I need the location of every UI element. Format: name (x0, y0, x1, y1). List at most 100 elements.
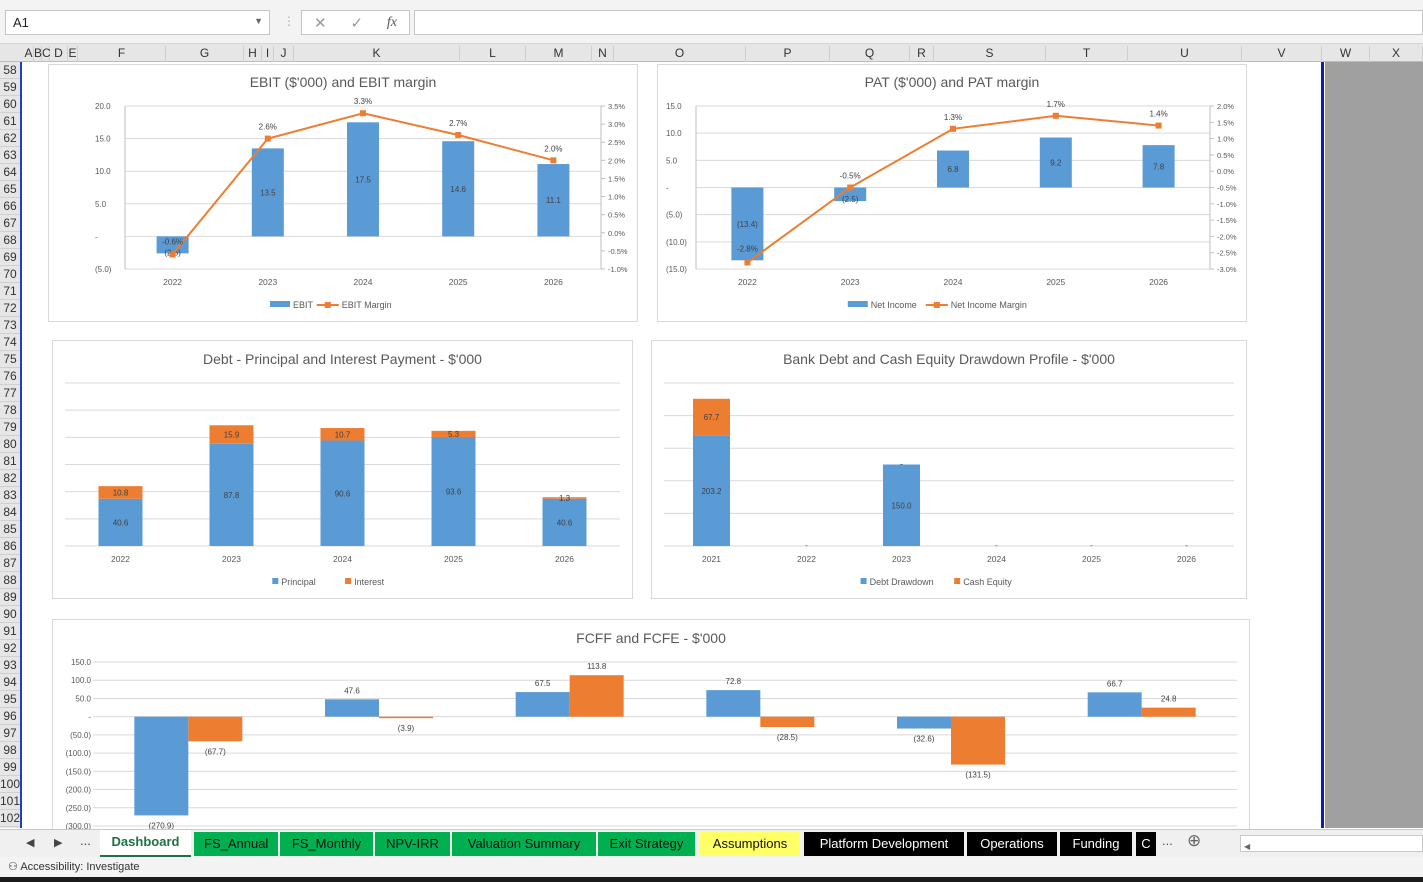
row-header-75[interactable]: 75 (0, 351, 20, 368)
sheet-tab-valuation-summary[interactable]: Valuation Summary (452, 832, 596, 856)
column-header-l[interactable]: L (460, 46, 526, 62)
row-header-93[interactable]: 93 (0, 657, 20, 674)
row-header-98[interactable]: 98 (0, 742, 20, 759)
row-header-58[interactable]: 58 (0, 62, 20, 79)
row-header-72[interactable]: 72 (0, 300, 20, 317)
column-header-m[interactable]: M (526, 46, 592, 62)
tab-more-right[interactable]: ... (1162, 833, 1173, 848)
tab-next-icon[interactable]: ▶ (54, 836, 62, 849)
row-header-64[interactable]: 64 (0, 164, 20, 181)
row-header-61[interactable]: 61 (0, 113, 20, 130)
column-header-h[interactable]: H (244, 46, 262, 62)
row-header-90[interactable]: 90 (0, 606, 20, 623)
column-header-r[interactable]: R (910, 46, 934, 62)
row-header-94[interactable]: 94 (0, 674, 20, 691)
row-header-81[interactable]: 81 (0, 453, 20, 470)
sheet-tab-funding[interactable]: Funding (1060, 832, 1132, 856)
column-header-k[interactable]: K (294, 46, 460, 62)
column-header-f[interactable]: F (78, 46, 166, 62)
column-header-p[interactable]: P (746, 46, 830, 62)
column-header-c[interactable]: C (42, 46, 51, 62)
row-header-70[interactable]: 70 (0, 266, 20, 283)
row-header-67[interactable]: 67 (0, 215, 20, 232)
row-header-102[interactable]: 102 (0, 810, 20, 827)
row-header-65[interactable]: 65 (0, 181, 20, 198)
row-header-84[interactable]: 84 (0, 504, 20, 521)
row-header-73[interactable]: 73 (0, 317, 20, 334)
column-header-i[interactable]: I (262, 46, 274, 62)
row-header-77[interactable]: 77 (0, 385, 20, 402)
chevron-down-icon[interactable]: ▼ (254, 16, 263, 26)
row-header-96[interactable]: 96 (0, 708, 20, 725)
column-header-g[interactable]: G (166, 46, 244, 62)
row-header-80[interactable]: 80 (0, 436, 20, 453)
drag-handle-icon[interactable]: ⋮ (283, 14, 295, 28)
row-header-74[interactable]: 74 (0, 334, 20, 351)
row-header-91[interactable]: 91 (0, 623, 20, 640)
check-icon[interactable]: ✓ (350, 14, 363, 32)
column-header-u[interactable]: U (1128, 46, 1242, 62)
row-header-88[interactable]: 88 (0, 572, 20, 589)
name-box[interactable]: A1 ▼ (5, 10, 270, 35)
row-header-60[interactable]: 60 (0, 96, 20, 113)
row-header-66[interactable]: 66 (0, 198, 20, 215)
column-header-b[interactable]: B (34, 46, 42, 62)
accessibility-status[interactable]: Accessibility: Investigate (20, 861, 139, 873)
row-header-62[interactable]: 62 (0, 130, 20, 147)
sheet-tab-fs-annual[interactable]: FS_Annual (194, 832, 278, 856)
horizontal-scrollbar[interactable]: ◀ (1240, 835, 1423, 852)
column-header-x[interactable]: X (1370, 46, 1423, 62)
row-header-68[interactable]: 68 (0, 232, 20, 249)
column-header-n[interactable]: N (592, 46, 614, 62)
row-header-82[interactable]: 82 (0, 470, 20, 487)
row-header-99[interactable]: 99 (0, 759, 20, 776)
add-sheet-icon[interactable]: ⊕ (1187, 831, 1201, 851)
row-header-76[interactable]: 76 (0, 368, 20, 385)
scroll-left-icon[interactable]: ◀ (1241, 842, 1250, 851)
fcff-chart[interactable]: FCFF and FCFE - $'000 (300.0) (250.0) (200.… (52, 619, 1250, 831)
column-header-a[interactable]: A (24, 46, 34, 62)
accessibility-icon[interactable]: ⚇ (8, 861, 18, 873)
column-header-o[interactable]: O (614, 46, 746, 62)
sheet-tab-platform-development[interactable]: Platform Development (804, 832, 964, 856)
row-header-63[interactable]: 63 (0, 147, 20, 164)
sheet-tab-npv-irr[interactable]: NPV-IRR (375, 832, 450, 856)
sheet-tab-assumptions[interactable]: Assumptions (700, 832, 800, 856)
tab-prev-icon[interactable]: ◀ (26, 836, 34, 849)
row-header-87[interactable]: 87 (0, 555, 20, 572)
formula-input[interactable] (414, 10, 1423, 35)
row-header-92[interactable]: 92 (0, 640, 20, 657)
function-icon[interactable]: fx (387, 15, 397, 31)
column-header-w[interactable]: W (1322, 46, 1370, 62)
debt-chart[interactable]: Debt - Principal and Interest Payment - … (52, 340, 633, 599)
sheet-tab-exit-strategy[interactable]: Exit Strategy (598, 832, 695, 856)
row-header-71[interactable]: 71 (0, 283, 20, 300)
column-header-t[interactable]: T (1046, 46, 1128, 62)
row-header-95[interactable]: 95 (0, 691, 20, 708)
column-header-j[interactable]: J (274, 46, 294, 62)
drawdown-chart[interactable]: Bank Debt and Cash Equity Drawdown Profi… (651, 340, 1247, 599)
row-header-101[interactable]: 101 (0, 793, 20, 810)
row-header-79[interactable]: 79 (0, 419, 20, 436)
cancel-icon[interactable]: ✕ (314, 14, 327, 32)
row-header-69[interactable]: 69 (0, 249, 20, 266)
row-header-89[interactable]: 89 (0, 589, 20, 606)
sheet-tab-dashboard[interactable]: Dashboard (100, 830, 191, 858)
column-header-v[interactable]: V (1242, 46, 1322, 62)
column-header-s[interactable]: S (934, 46, 1046, 62)
sheet-tab-fs-monthly[interactable]: FS_Monthly (280, 832, 373, 856)
row-header-97[interactable]: 97 (0, 725, 20, 742)
column-header-e[interactable]: E (68, 46, 78, 62)
tab-more-left[interactable]: ... (80, 833, 91, 848)
row-header-59[interactable]: 59 (0, 79, 20, 96)
row-header-86[interactable]: 86 (0, 538, 20, 555)
column-header-q[interactable]: Q (830, 46, 910, 62)
pat-chart[interactable]: PAT ($'000) and PAT margin (15.0) (10.0) (5… (657, 64, 1247, 322)
column-header-d[interactable]: D (50, 46, 68, 62)
row-header-100[interactable]: 100 (0, 776, 20, 793)
ebit-chart[interactable]: EBIT ($'000) and EBIT margin (5.0) - 5.0 10.… (48, 64, 638, 322)
row-header-85[interactable]: 85 (0, 521, 20, 538)
row-header-83[interactable]: 83 (0, 487, 20, 504)
sheet-tab-c[interactable]: C (1136, 832, 1156, 856)
row-header-78[interactable]: 78 (0, 402, 20, 419)
